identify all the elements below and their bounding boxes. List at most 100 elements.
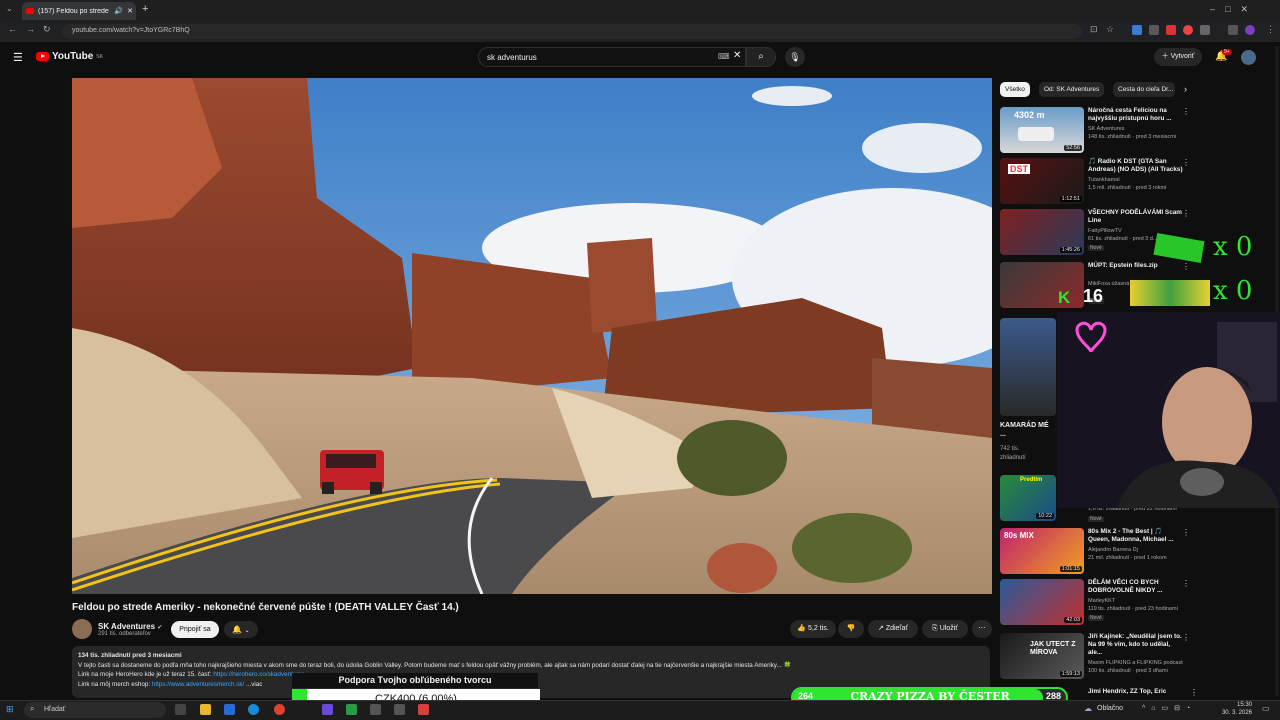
car-graphic — [1018, 127, 1054, 141]
start-windows-icon[interactable]: ⊞ — [6, 704, 14, 715]
video-thumbnail[interactable]: Predtím 10:22 — [1000, 475, 1056, 521]
tab-close-icon[interactable]: ✕ — [127, 7, 136, 15]
rec-channel: SK Adventures — [1088, 126, 1125, 132]
video-thumbnail[interactable]: 42:03 — [1000, 579, 1084, 625]
extension-icon[interactable] — [1166, 25, 1176, 35]
sidebar-icon[interactable] — [1228, 25, 1238, 35]
youtube-logo[interactable]: YouTube SK — [36, 51, 103, 62]
merch-link[interactable]: https://www.adventuresmerch.sk/ — [152, 681, 244, 688]
duration: 42:03 — [1064, 617, 1082, 623]
url-input[interactable]: youtube.com/watch?v=JtoYGRc7BhQ — [62, 24, 1082, 39]
chevron-right-icon[interactable]: › — [1184, 84, 1187, 94]
video-thumbnail[interactable]: 4302 m 52:56 — [1000, 107, 1084, 153]
bookmark-star-icon[interactable]: ☆ — [1106, 24, 1114, 35]
tab-menu-icon[interactable]: ⌄ — [6, 4, 13, 13]
recommendation-item[interactable]: 42:03 DĚLÁM VĚCI CO BYCH DOBROVOLNĚ NIKD… — [1000, 579, 1190, 627]
chrome-icon[interactable] — [274, 704, 285, 715]
recommendation-item[interactable]: 80s MIX 1:01:15 80s Mix 2 - The Best | 🎵… — [1000, 528, 1190, 576]
video-thumbnail[interactable]: 1:45:26 — [1000, 209, 1084, 255]
video-player[interactable] — [72, 78, 992, 594]
show-more-link[interactable]: ...viac — [246, 681, 262, 688]
task-view-icon[interactable] — [175, 704, 186, 715]
more-vert-icon[interactable]: ⋮ — [1182, 107, 1190, 116]
like-button[interactable]: 👍 5,2 tis. — [790, 620, 836, 638]
browser-menu-icon[interactable]: ⋮ — [1266, 24, 1275, 35]
chip-related[interactable]: Cesta do cieľa Dr... — [1113, 82, 1175, 97]
rec-title: 80s Mix 2 - The Best | 🎵 Queen, Madonna,… — [1088, 528, 1174, 543]
description-line: Link na moje HeroHero kde je už teraz 15… — [78, 671, 214, 678]
extension-icon[interactable] — [1183, 25, 1193, 35]
channel-name[interactable]: SK Adventures — [98, 622, 155, 631]
donation-support-label: Podpora Tvojho obľúbeného tvorcu — [292, 673, 538, 688]
system-tray-icons[interactable]: ^⌂▭⊟◔ — [1142, 704, 1196, 712]
browser-tab[interactable]: (157) Feldou po strede Am... 🔊 ✕ — [22, 2, 136, 20]
taskbar-search[interactable]: Hľadať — [24, 702, 166, 718]
extension-icon[interactable] — [1149, 25, 1159, 35]
create-button[interactable]: ＋ Vytvoriť — [1154, 48, 1202, 66]
keyboard-icon[interactable]: ⌨ — [718, 52, 730, 61]
chip-all[interactable]: Všetko — [1000, 82, 1030, 97]
more-vert-icon[interactable]: ⋮ — [1182, 209, 1190, 218]
clear-search-icon[interactable]: ✕ — [733, 50, 741, 61]
hamburger-menu-icon[interactable]: ☰ — [13, 51, 23, 64]
share-label: Zdieľať — [885, 625, 908, 632]
youtube-favicon-icon — [26, 8, 34, 14]
video-thumbnail[interactable] — [1000, 262, 1084, 308]
more-actions-button[interactable]: ⋯ — [972, 620, 992, 638]
more-vert-icon[interactable]: ⋮ — [1182, 579, 1190, 588]
share-button[interactable]: ↗ Zdieľať — [868, 620, 918, 638]
tab-audio-icon[interactable]: 🔊 — [114, 7, 123, 15]
search-button[interactable]: ⌕ — [746, 47, 776, 67]
reload-icon[interactable]: ↻ — [43, 24, 51, 35]
back-icon[interactable]: ← — [8, 24, 17, 34]
chip-from-channel[interactable]: Od: SK Adventures — [1039, 82, 1105, 97]
short-thumbnail[interactable] — [1000, 318, 1056, 416]
profile-avatar-icon[interactable] — [1245, 25, 1255, 35]
rec-title: 🎵 Radio K DST (GTA San Andreas) (NO ADS)… — [1088, 158, 1183, 173]
more-vert-icon[interactable]: ⋮ — [1182, 528, 1190, 537]
app-icon[interactable] — [394, 704, 405, 715]
recommendation-item[interactable]: DST 1:12:51 🎵 Radio K DST (GTA San Andre… — [1000, 158, 1190, 206]
weather-cloud-icon[interactable]: ☁ — [1084, 704, 1092, 713]
install-icon[interactable]: ⊡ — [1090, 24, 1098, 35]
window-controls[interactable]: –□✕ — [1210, 4, 1258, 15]
k-counter: 16 — [1083, 286, 1104, 306]
new-tab-button[interactable]: + — [142, 3, 148, 15]
more-vert-icon[interactable]: ⋮ — [1190, 688, 1198, 697]
recommendation-item[interactable]: JAK UTECT Z MÍROVA 1:59:13 Jiří Kajínek:… — [1000, 633, 1190, 681]
app-icon[interactable] — [322, 704, 333, 715]
account-avatar[interactable] — [1241, 50, 1256, 65]
store-icon[interactable] — [224, 704, 235, 715]
video-thumbnail[interactable]: DST 1:12:51 — [1000, 158, 1084, 204]
extensions-puzzle-icon[interactable] — [1200, 25, 1210, 35]
more-vert-icon[interactable]: ⋮ — [1182, 158, 1190, 167]
clock-time[interactable]: 15:30 — [1224, 702, 1252, 708]
more-vert-icon[interactable]: ⋮ — [1182, 262, 1190, 271]
search-input[interactable]: sk adventurus — [478, 47, 746, 67]
channel-avatar[interactable] — [72, 619, 92, 639]
app-icon[interactable] — [346, 704, 357, 715]
channel-info[interactable]: SK Adventures ✔ 291 tis. odberateľov — [72, 619, 162, 639]
subscription-bell-button[interactable]: 🔔 ⌄ — [224, 621, 258, 638]
notification-center-icon[interactable]: ▭ — [1262, 704, 1270, 713]
thumbnail-text: 80s MIX — [1004, 531, 1034, 540]
more-vert-icon[interactable]: ⋮ — [1182, 633, 1190, 642]
extension-icon[interactable] — [1132, 25, 1142, 35]
recommendation-item[interactable]: 4302 m 52:56 Náročná cesta Feliciou na n… — [1000, 107, 1190, 155]
rec-title: DĚLÁM VĚCI CO BYCH DOBROVOLNĚ NIKDY ... — [1088, 579, 1163, 594]
file-explorer-icon[interactable] — [200, 704, 211, 715]
forward-icon[interactable]: → — [26, 24, 35, 34]
edge-icon[interactable] — [248, 704, 259, 715]
join-button[interactable]: Pripojiť sa — [171, 621, 219, 638]
dislike-button[interactable]: 👎 — [838, 620, 864, 638]
video-thumbnail[interactable]: 80s MIX 1:01:15 — [1000, 528, 1084, 574]
video-thumbnail[interactable]: JAK UTECT Z MÍROVA 1:59:13 — [1000, 633, 1084, 679]
save-button[interactable]: ⎘ Uložiť — [922, 620, 968, 638]
app-icon[interactable] — [370, 704, 381, 715]
youtube-play-icon — [36, 52, 49, 61]
weather-text[interactable]: Oblačno — [1097, 705, 1123, 712]
voice-search-mic-icon[interactable]: 🎙 — [785, 47, 805, 67]
app-icon[interactable] — [418, 704, 429, 715]
short-title: KAMARÁD MÉ ... — [1000, 422, 1049, 438]
clock-date[interactable]: 30. 3. 2026 — [1218, 710, 1252, 716]
